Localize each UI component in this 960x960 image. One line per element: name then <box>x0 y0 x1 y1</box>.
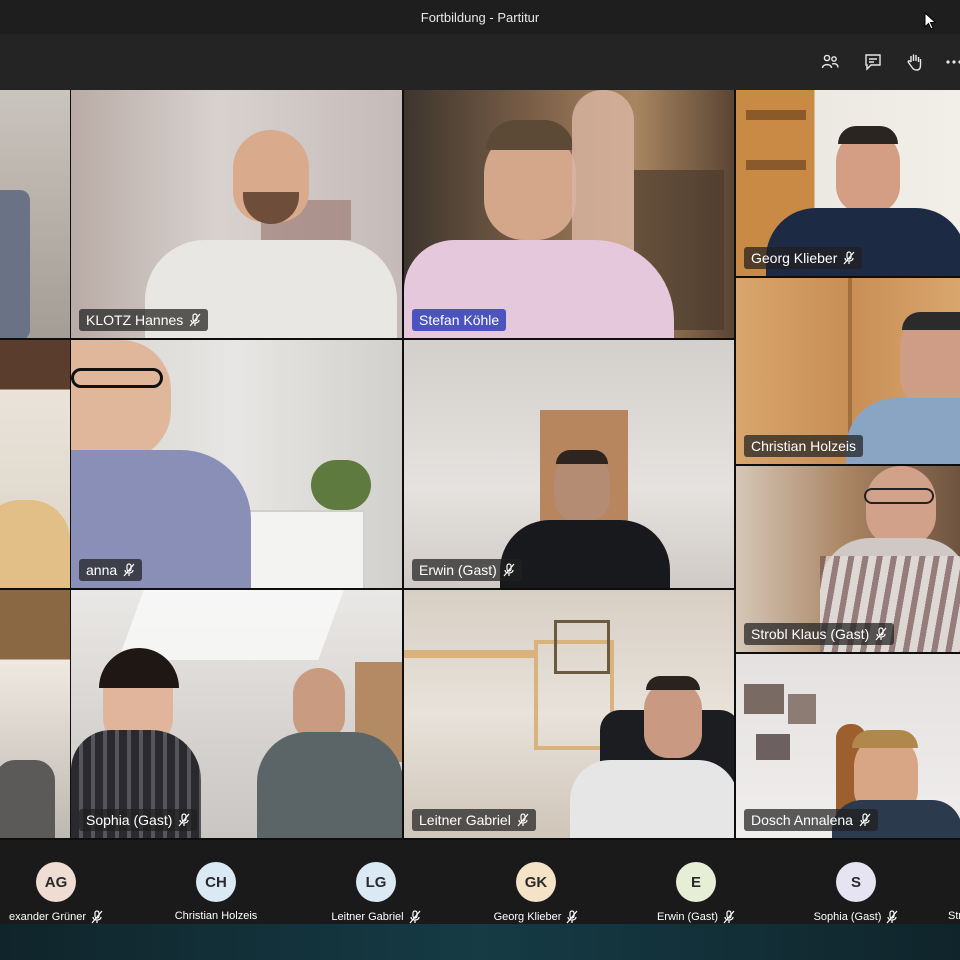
strip-participant-name: Sophia (Gast) <box>813 911 882 923</box>
participant-name-tag: KLOTZ Hannes <box>79 309 209 331</box>
participant-name-tag: Leitner Gabriel <box>412 809 536 831</box>
avatar: E <box>676 862 716 902</box>
participant-name: Christian Holzeis <box>751 438 857 454</box>
strip-participant-name: Erwin (Gast) <box>656 911 719 923</box>
participant-name: Erwin (Gast) <box>419 562 497 578</box>
participant-name-tag: Sophia (Gast) <box>79 809 198 831</box>
mic-off-icon <box>566 910 578 924</box>
more-options-icon[interactable] <box>940 48 960 76</box>
mic-off-icon <box>843 251 855 265</box>
window-title: Fortbildung - Partitur <box>420 9 540 25</box>
mic-off-icon <box>723 910 735 924</box>
strip-participant-name: Str <box>948 910 960 922</box>
participant-name-tag: Erwin (Gast) <box>412 559 522 581</box>
video-tile-anna[interactable]: anna <box>71 340 402 588</box>
mic-off-icon <box>886 910 898 924</box>
participant-name-tag: Strobl Klaus (Gast) <box>744 623 895 645</box>
strip-participant-name: Georg Klieber <box>493 911 562 923</box>
video-tile-sophia[interactable]: Sophia (Gast) <box>71 590 402 838</box>
participant-avatar-strip: AG exander Grüner CH Christian Holzeis L… <box>0 840 960 924</box>
video-tile-stefan-koehle[interactable]: Stefan Köhle <box>404 90 734 338</box>
mic-off-icon <box>517 813 529 827</box>
raise-hand-icon[interactable] <box>901 48 929 76</box>
strip-participant[interactable]: Str <box>936 840 960 924</box>
mic-off-icon <box>91 910 103 924</box>
strip-participant[interactable]: S Sophia (Gast) <box>776 840 936 924</box>
participant-name-tag: Dosch Annalena <box>744 809 878 831</box>
video-grid: KLOTZ Hannes Stefan Köhle Georg Klieber <box>0 90 960 840</box>
avatar: CH <box>196 862 236 902</box>
participant-name: Leitner Gabriel <box>419 812 511 828</box>
video-tile[interactable] <box>0 340 70 588</box>
avatar: GK <box>516 862 556 902</box>
video-tile-christian-holzeis[interactable]: Christian Holzeis <box>736 278 960 464</box>
video-tile-dosch-annalena[interactable]: Dosch Annalena <box>736 654 960 838</box>
strip-participant[interactable]: LG Leitner Gabriel <box>296 840 456 924</box>
participant-name: Strobl Klaus (Gast) <box>751 626 870 642</box>
mouse-cursor-icon <box>924 12 937 30</box>
participant-name: Dosch Annalena <box>751 812 853 828</box>
mic-off-icon <box>875 627 887 641</box>
video-tile-strobl-klaus[interactable]: Strobl Klaus (Gast) <box>736 466 960 652</box>
participant-name: Sophia (Gast) <box>86 812 173 828</box>
strip-participant-name: exander Grüner <box>8 911 87 923</box>
mic-off-icon <box>503 563 515 577</box>
strip-participant[interactable]: AG exander Grüner <box>0 840 136 924</box>
avatar: LG <box>356 862 396 902</box>
participant-name-tag: Georg Klieber <box>744 247 863 269</box>
strip-participant[interactable]: E Erwin (Gast) <box>616 840 776 924</box>
participant-name: anna <box>86 562 118 578</box>
mic-off-icon <box>189 313 201 327</box>
strip-participant[interactable]: GK Georg Klieber <box>456 840 616 924</box>
mic-off-icon <box>178 813 190 827</box>
video-tile-leitner-gabriel[interactable]: Leitner Gabriel <box>404 590 734 838</box>
participant-name-tag: anna <box>79 559 143 581</box>
avatar: AG <box>36 862 76 902</box>
chat-icon[interactable] <box>859 48 887 76</box>
avatar <box>936 862 960 902</box>
strip-participant-name: Leitner Gabriel <box>331 911 404 923</box>
strip-participant[interactable]: CH Christian Holzeis <box>136 840 296 924</box>
video-tile-klotz-hannes[interactable]: KLOTZ Hannes <box>71 90 402 338</box>
video-tile[interactable] <box>0 90 70 338</box>
participant-name: KLOTZ Hannes <box>86 312 184 328</box>
participant-name: Stefan Köhle <box>419 312 500 328</box>
participants-icon[interactable] <box>816 48 844 76</box>
mic-off-icon <box>409 910 421 924</box>
participant-name-tag: Stefan Köhle <box>412 309 507 331</box>
mic-off-icon <box>859 813 871 827</box>
window-title-bar: Fortbildung - Partitur <box>0 0 960 34</box>
video-tile-erwin[interactable]: Erwin (Gast) <box>404 340 734 588</box>
participant-name: Georg Klieber <box>751 250 838 266</box>
taskbar-background <box>0 924 960 960</box>
video-tile[interactable] <box>0 590 70 838</box>
video-tile-georg-klieber[interactable]: Georg Klieber <box>736 90 960 276</box>
meeting-toolbar <box>0 34 960 90</box>
strip-participant-name: Christian Holzeis <box>174 910 258 922</box>
avatar: S <box>836 862 876 902</box>
participant-name-tag: Christian Holzeis <box>744 435 864 457</box>
mic-off-icon <box>123 563 135 577</box>
